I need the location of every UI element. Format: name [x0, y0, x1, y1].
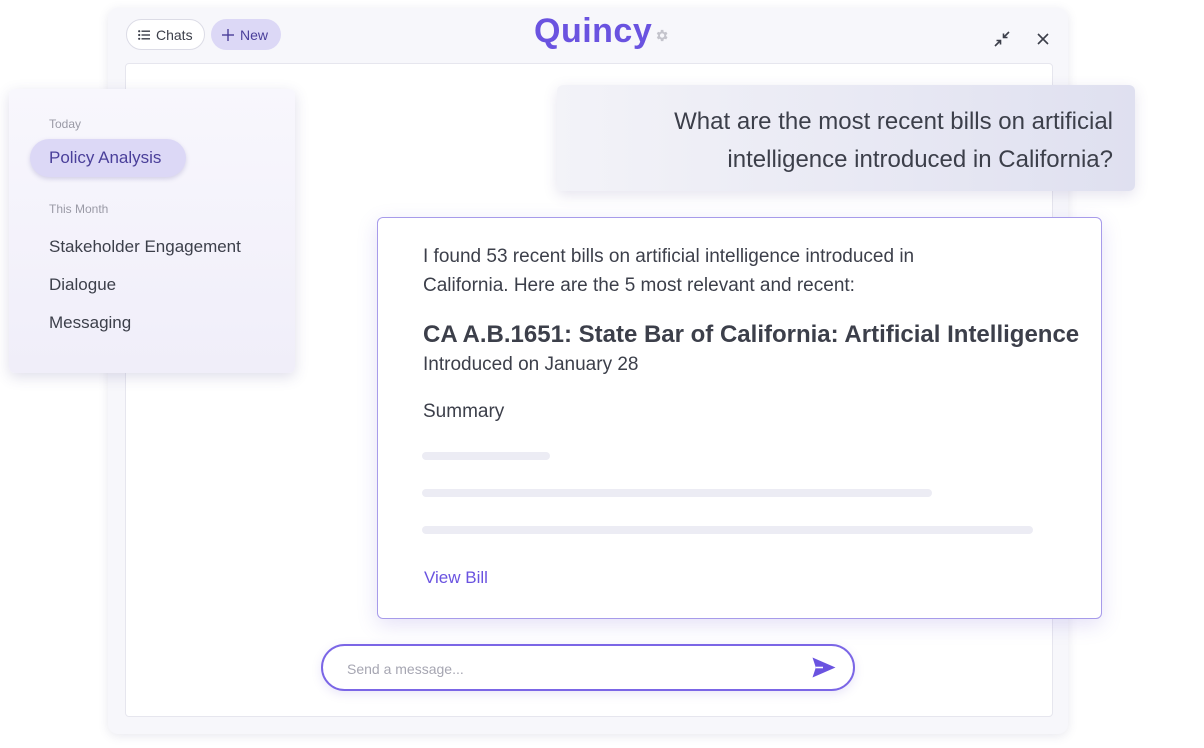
list-icon	[138, 29, 150, 40]
message-composer	[321, 644, 855, 691]
minimize-icon[interactable]	[993, 30, 1011, 48]
summary-heading: Summary	[423, 401, 505, 422]
chats-button[interactable]: Chats	[126, 19, 205, 50]
view-bill-link[interactable]: View Bill	[424, 568, 488, 588]
response-intro: I found 53 recent bills on artificial in…	[423, 246, 915, 296]
plus-icon	[222, 28, 234, 41]
send-icon[interactable]	[812, 657, 836, 678]
user-message-bubble: What are the most recent bills on artifi…	[557, 85, 1135, 191]
gear-icon[interactable]	[654, 28, 669, 43]
history-item-messaging[interactable]: Messaging	[49, 313, 131, 333]
close-icon[interactable]	[1036, 32, 1050, 46]
history-item-stakeholder-engagement[interactable]: Stakeholder Engagement	[49, 237, 241, 257]
brand-logo: Quincy	[534, 12, 653, 50]
section-label-this-month: This Month	[49, 202, 109, 216]
summary-placeholder-line	[422, 489, 932, 497]
chat-history-panel: Today Policy Analysis This Month Stakeho…	[9, 89, 295, 373]
chats-label: Chats	[156, 26, 193, 43]
section-label-today: Today	[49, 117, 82, 131]
bill-date: Introduced on January 28	[423, 354, 639, 375]
user-message-text: What are the most recent bills on artifi…	[674, 108, 1113, 173]
assistant-response-card: I found 53 recent bills on artificial in…	[377, 217, 1102, 619]
history-item-dialogue[interactable]: Dialogue	[49, 275, 116, 295]
new-label: New	[240, 26, 269, 43]
summary-placeholder-line	[422, 526, 1033, 534]
message-input[interactable]	[345, 658, 789, 680]
summary-placeholder-line	[422, 452, 550, 460]
bill-title: CA A.B.1651: State Bar of California: Ar…	[423, 321, 1080, 348]
history-item-policy-analysis[interactable]: Policy Analysis	[30, 139, 186, 177]
new-chat-button[interactable]: New	[211, 19, 281, 50]
